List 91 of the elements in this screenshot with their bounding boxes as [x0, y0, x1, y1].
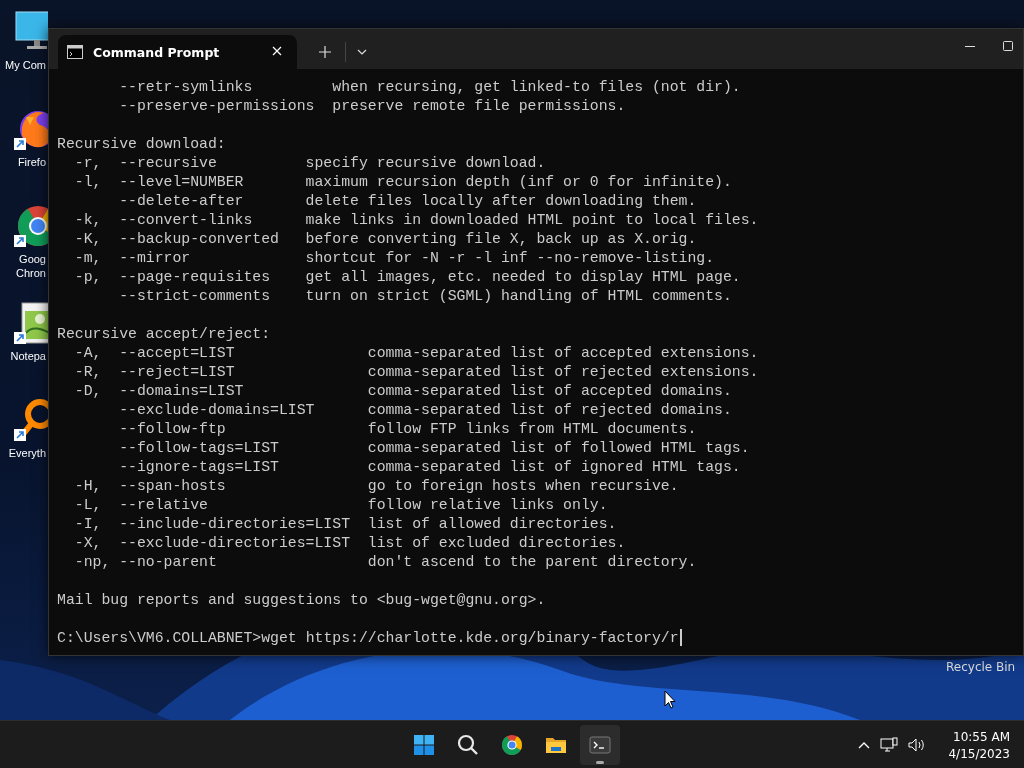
- clock-button[interactable]: 10:55 AM 4/15/2023: [948, 729, 1010, 761]
- option-description: preserve remote file permissions.: [332, 97, 626, 116]
- option-description: comma-separated list of ignored HTML tags.: [367, 458, 741, 477]
- clock-date: 4/15/2023: [948, 746, 1010, 761]
- option-long: --follow-ftp: [119, 421, 226, 437]
- option-description: make links in downloaded HTML point to local files.: [305, 211, 759, 230]
- option-short: -l,: [73, 173, 103, 192]
- option-description: shortcut for -N -r -l inf --no-remove-listing.: [305, 249, 715, 268]
- icon-label: Goog: [19, 252, 46, 266]
- option-short: -p,: [73, 268, 103, 287]
- option-long: --exclude-domains=LIST: [119, 402, 315, 418]
- option-description: specify recursive download.: [305, 154, 546, 173]
- chevron-down-icon: [357, 49, 367, 55]
- option-description: follow relative links only.: [367, 496, 608, 515]
- option-description: before converting file X, back up as X.orig.: [305, 230, 697, 249]
- option-long: --level=NUMBER: [119, 174, 244, 190]
- icon-label: Chron: [16, 266, 46, 280]
- option-long: --recursive: [119, 155, 217, 171]
- option-description: list of excluded directories.: [367, 534, 626, 553]
- option-description: comma-separated list of rejected domains.: [367, 401, 732, 420]
- option-long: --exclude-directories=LIST: [119, 535, 350, 551]
- option-long: --relative: [119, 497, 208, 513]
- option-short: -np,: [73, 553, 112, 572]
- option-description: don't ascend to the parent directory.: [367, 553, 697, 572]
- clock-time: 10:55 AM: [953, 729, 1010, 744]
- icon-label: My Com: [5, 58, 46, 72]
- option-description: maximum recursion depth (inf or 0 for infinite).: [305, 173, 732, 192]
- option-long: --mirror: [119, 250, 191, 266]
- option-long: --page-requisites: [119, 269, 271, 285]
- option-long: --backup-converted: [119, 231, 279, 247]
- network-button[interactable]: [878, 737, 901, 753]
- command-input[interactable]: wget https://charlotte.kde.org/binary-factory/r: [261, 629, 679, 648]
- icon-label: Notepa: [10, 349, 46, 363]
- option-long: --include-directories=LIST: [119, 516, 350, 532]
- option-long: --domains=LIST: [119, 383, 244, 399]
- option-long: --retr-symlinks: [119, 79, 253, 95]
- option-long: --ignore-tags=LIST: [119, 459, 279, 475]
- option-short: -K,: [73, 230, 103, 249]
- chrome-browser-icon: [500, 733, 524, 757]
- prompt-path: C:\Users\VM6.COLLABNET>: [57, 629, 262, 648]
- option-long: --preserve-permissions: [119, 98, 315, 114]
- option-description: get all images, etc. needed to display HTML page.: [305, 268, 741, 287]
- option-long: --delete-after: [119, 193, 244, 209]
- option-description: when recursing, get linked-to files (not dir).: [332, 78, 741, 97]
- option-long: --reject=LIST: [119, 364, 235, 380]
- option-description: turn on strict (SGML) handling of HTML comments.: [305, 287, 732, 306]
- option-description: go to foreign hosts when recursive.: [367, 477, 679, 496]
- section-heading: Recursive accept/reject:: [57, 325, 271, 344]
- option-description: comma-separated list of accepted domains.: [367, 382, 732, 401]
- option-long: --no-parent: [119, 554, 217, 570]
- plus-icon: [319, 46, 331, 58]
- icon-label: Recycle Bin: [946, 660, 1016, 674]
- icon-label: Firefo: [17, 155, 46, 169]
- network-icon: [880, 737, 899, 753]
- option-short: -A,: [73, 344, 103, 363]
- terminal-icon: [588, 733, 612, 757]
- option-long: --strict-comments: [119, 288, 271, 304]
- console-icon: [67, 45, 83, 59]
- taskbar-app-button[interactable]: [580, 725, 620, 765]
- option-description: list of allowed directories.: [367, 515, 617, 534]
- option-long: --follow-tags=LIST: [119, 440, 279, 456]
- minimize-icon: [965, 45, 975, 47]
- section-heading: Recursive download:: [57, 135, 226, 154]
- option-short: -R,: [73, 363, 103, 382]
- output-text: Mail bug reports and suggestions to <bug-wget@gnu.org>.: [57, 591, 546, 610]
- option-short: -m,: [73, 249, 103, 268]
- option-description: comma-separated list of accepted extensions.: [367, 344, 759, 363]
- option-short: -r,: [73, 154, 103, 173]
- option-description: comma-separated list of rejected extensions.: [367, 363, 759, 382]
- maximize-icon: [1003, 41, 1013, 51]
- option-short: -k,: [73, 211, 103, 230]
- option-long: --span-hosts: [119, 478, 226, 494]
- option-short: -I,: [73, 515, 103, 534]
- option-description: delete files locally after downloading them.: [305, 192, 697, 211]
- option-long: --accept=LIST: [119, 345, 235, 361]
- close-icon: [272, 45, 282, 56]
- mouse-pointer-icon: [664, 690, 676, 709]
- option-short: -X,: [73, 534, 103, 553]
- option-short: -H,: [73, 477, 103, 496]
- option-short: -D,: [73, 382, 103, 401]
- option-short: -L,: [73, 496, 103, 515]
- option-description: comma-separated list of followed HTML tags.: [367, 439, 750, 458]
- text-cursor: [679, 629, 682, 646]
- terminal-tab[interactable]: Command Prompt: [58, 35, 297, 69]
- option-long: --convert-links: [119, 212, 253, 228]
- option-description: follow FTP links from HTML documents.: [367, 420, 697, 439]
- start-icon: [412, 733, 436, 757]
- speaker-icon: [908, 738, 927, 752]
- search-icon: [456, 733, 480, 757]
- icon-label: Everyth: [8, 446, 46, 460]
- chevron-up-icon: [858, 741, 871, 749]
